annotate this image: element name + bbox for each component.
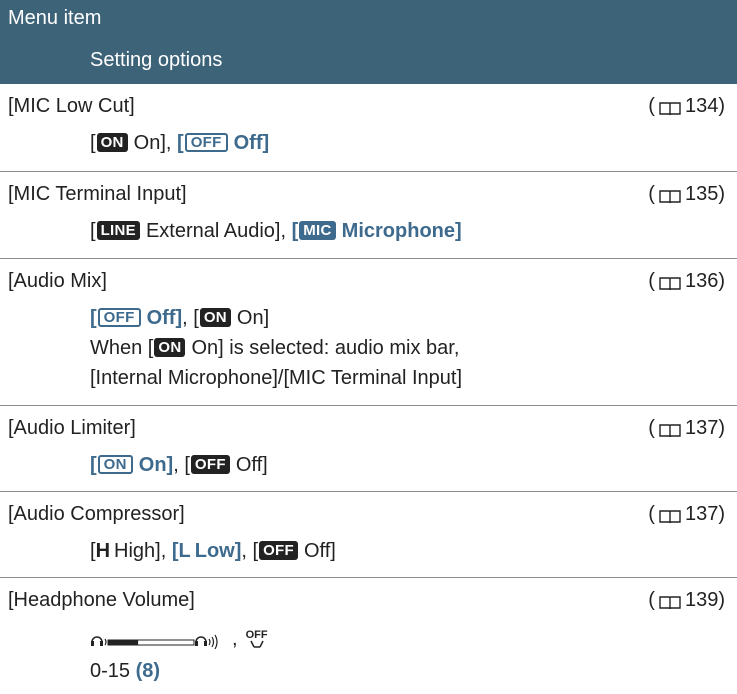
book-icon [659,274,681,291]
header-setting-options: Setting options [90,49,223,71]
option-note: When [ON On] is selected: audio mix bar, [90,337,460,359]
option-list: [ON On], [OFF Off] [90,454,268,476]
book-icon [659,187,681,204]
on-icon: ON [96,133,128,152]
menu-settings-table: Menu item Setting options [MIC Low Cut] … [0,0,737,682]
page-reference: (137) [648,502,725,525]
off-icon: OFF [97,308,141,327]
menu-item-name: [Audio Compressor] [8,502,185,525]
row-mic-terminal-input: [MIC Terminal Input] (135) [LINE External… [0,172,737,259]
page-reference: (136) [648,269,725,292]
header-menu-item: Menu item [8,7,102,29]
menu-item-name: [MIC Low Cut] [8,94,135,117]
off-icon: OFF [190,455,230,474]
menu-item-name: [Audio Mix] [8,269,107,292]
on-icon: ON [199,308,231,327]
row-mic-low-cut: [MIC Low Cut] (134) [ON On], [OFF Off] [0,84,737,172]
mic-icon: MIC [299,221,336,240]
menu-item-name: [MIC Terminal Input] [8,182,187,205]
option-list: , OFF 0-15 (8) [90,628,268,682]
book-icon [659,593,681,610]
off-icon: OFF [184,133,228,152]
low-icon: L [178,540,191,562]
book-icon [659,99,681,116]
table-header: Menu item Setting options [0,0,737,84]
row-headphone-volume: [Headphone Volume] (139) , OFF 0-15 (8) [0,578,737,688]
on-icon: ON [154,338,186,357]
page-reference: (134) [648,94,725,117]
book-icon [659,421,681,438]
row-audio-mix: [Audio Mix] (136) [OFF Off], [ON On] When … [0,259,737,406]
option-list: [OFF Off], [ON On] When [ON On] is selected… [0,303,737,401]
headphone-off-icon: OFF [246,630,268,648]
on-icon: ON [97,455,133,474]
page-reference: (137) [648,416,725,439]
off-icon: OFF [259,541,298,560]
row-audio-limiter: [Audio Limiter] (137) [ON On], [OFF Off] [0,406,737,492]
high-icon: H [95,540,111,562]
row-audio-compressor: [Audio Compressor] (137) [H High], [L Low]… [0,492,737,578]
volume-range: 0-15 [90,660,131,682]
volume-default: (8) [135,660,161,682]
option-list: [LINE External Audio], [MIC Microphone] [90,220,462,242]
page-reference: (135) [648,182,725,205]
option-note-line2: [Internal Microphone]/[MIC Terminal Inpu… [90,367,463,389]
line-input-icon: LINE [96,221,140,240]
volume-fill [108,640,139,645]
ref-page: 134 [684,94,719,117]
book-icon [659,507,681,524]
option-list: [ON On], [OFF Off] [90,132,270,154]
page-reference: (139) [648,588,725,611]
menu-item-name: [Audio Limiter] [8,416,136,439]
volume-bar-icon [91,634,218,650]
menu-item-name: [Headphone Volume] [8,588,195,611]
option-list: [H High], [L Low], [OFF Off] [90,540,336,562]
